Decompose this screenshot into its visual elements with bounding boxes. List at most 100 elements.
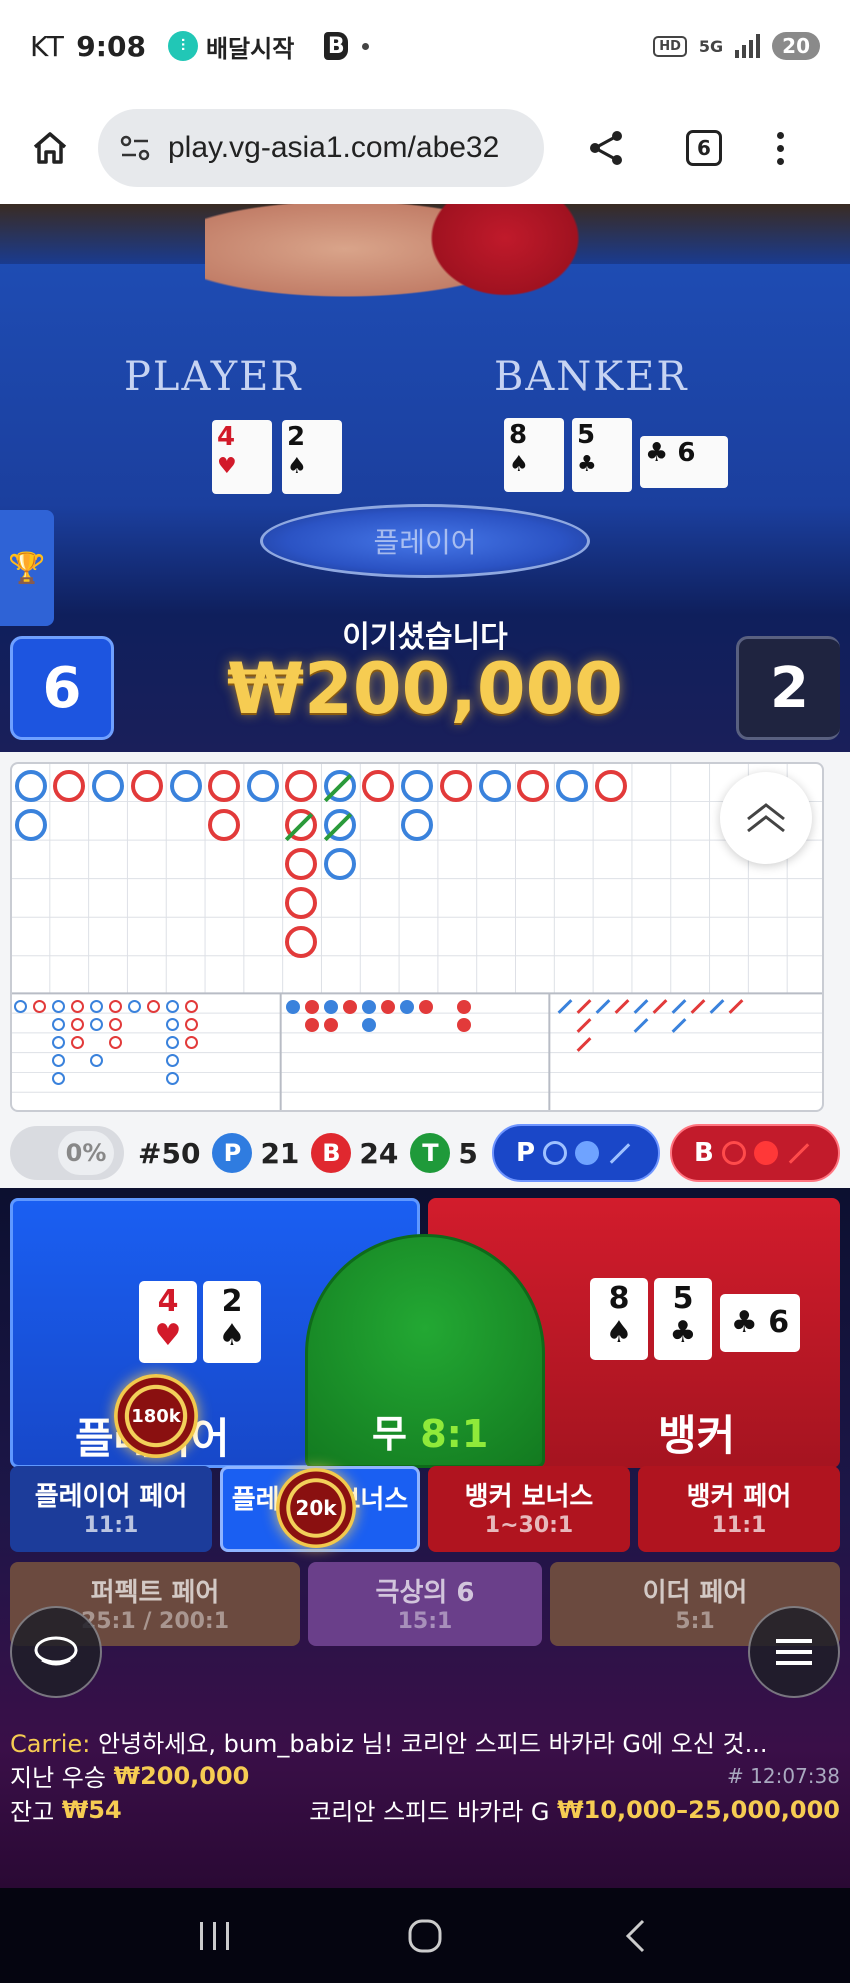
derived-road-player (52, 1000, 65, 1013)
super-six-odds: 15:1 (397, 1609, 453, 1634)
chat-icon (34, 1636, 78, 1666)
small-road-banker (343, 1000, 357, 1014)
small-road-banker (381, 1000, 395, 1014)
table-limits[interactable]: ₩10,000–25,000,000 (557, 1796, 840, 1824)
betting-area: 4♥ 2♠ 플레이어 8♠ 5♣ ♣ 6 뱅커 무 8:1 180k 플레이어 … (0, 1188, 850, 1888)
small-road-banker (457, 1018, 471, 1032)
home-circle-icon (408, 1919, 442, 1952)
derived-road-player (90, 1000, 103, 1013)
big-road-player (556, 770, 588, 802)
scoreboard-roadmap[interactable] (0, 752, 850, 1118)
derived-road-banker (185, 1000, 198, 1013)
notification-app: ⫶ 배달시작 (167, 29, 294, 64)
derived-road-banker (33, 1000, 46, 1013)
site-settings-icon[interactable] (118, 133, 152, 163)
player-card-1: 4 ♥ (139, 1281, 197, 1363)
card-suit: ♠ (218, 1318, 246, 1353)
slash-icon (788, 1142, 810, 1164)
derived-road-banker (147, 1000, 160, 1013)
either-pair-label: 이더 페어 (642, 1578, 748, 1608)
big-road-banker (362, 770, 394, 802)
derived-road-player (52, 1018, 65, 1031)
back-icon (625, 1919, 645, 1952)
percent-toggle[interactable]: 0% (10, 1126, 124, 1180)
video-banker-card-2: 5 ♣ (572, 418, 632, 492)
more-options-icon[interactable] (777, 131, 784, 165)
small-road-banker (305, 1018, 319, 1032)
tie-label: 무 (372, 1412, 407, 1456)
tie-bet-spot[interactable]: 무 8:1 (305, 1234, 545, 1468)
super-six-bet[interactable]: 극상의 6 15:1 (308, 1562, 542, 1646)
bet-chip-player[interactable]: 180k (114, 1374, 198, 1458)
browser-toolbar: play.vg-asia1.com/abe32 6 (0, 92, 850, 204)
card-rank: 5 (577, 420, 596, 450)
home-button[interactable] (395, 1906, 455, 1966)
ring-icon (543, 1141, 568, 1165)
banker-bonus-bet[interactable]: 뱅커 보너스 1~30:1 (428, 1466, 630, 1552)
small-road-banker (305, 1000, 319, 1014)
big-road-banker (208, 809, 240, 841)
banker-ask-button[interactable]: B (670, 1124, 840, 1182)
win-amount: ₩200,000 (226, 648, 624, 730)
stats-bar: 0% #50 P 21 B 24 T 5 P B (0, 1118, 850, 1188)
table-name: 코리안 스피드 바카라 G (309, 1798, 550, 1826)
address-bar[interactable]: play.vg-asia1.com/abe32 (98, 109, 544, 187)
balance-value: ₩54 (61, 1795, 122, 1824)
trophy-icon[interactable]: 🏆 (0, 510, 54, 626)
card-rank: 4 (217, 422, 236, 452)
derived-road-banker (109, 1036, 122, 1049)
share-icon[interactable] (586, 128, 626, 168)
tab-switcher-button[interactable]: 6 (686, 130, 722, 166)
player-score: 6 (10, 636, 114, 740)
dealer-sleeve (420, 204, 590, 304)
derived-road-player (52, 1036, 65, 1049)
player-pair-bet[interactable]: 플레이어 페어 11:1 (10, 1466, 212, 1552)
chat-button[interactable] (10, 1606, 102, 1698)
banker-badge: B (311, 1133, 352, 1173)
banker-bet-label: 뱅커 (658, 1411, 736, 1460)
big-road-player (324, 848, 356, 880)
banker-pair-label: 뱅커 페어 (686, 1482, 792, 1512)
card-suit: ♥ (154, 1318, 182, 1353)
banker-pair-bet[interactable]: 뱅커 페어 11:1 (638, 1466, 840, 1552)
derived-road-banker (185, 1036, 198, 1049)
card-rank: 6 (677, 438, 696, 468)
derived-road-banker (109, 1000, 122, 1013)
video-banker-label: BANKER (494, 354, 689, 400)
card-rank: 2 (221, 1284, 243, 1319)
derived-road-banker (71, 1036, 84, 1049)
player-ask-button[interactable]: P (492, 1124, 660, 1182)
round-result-pill: 플레이어 (260, 504, 590, 578)
big-road-player (401, 770, 433, 802)
big-road-banker (131, 770, 163, 802)
tie-odds: 8:1 (420, 1412, 489, 1456)
menu-button[interactable] (748, 1606, 840, 1698)
card-rank: 8 (608, 1281, 630, 1316)
banker-pair-odds: 11:1 (711, 1513, 767, 1538)
recents-button[interactable] (185, 1906, 245, 1966)
small-road-player (324, 1000, 338, 1014)
round-number: #50 (138, 1136, 201, 1170)
derived-road-player (166, 1054, 179, 1067)
big-road-banker (285, 887, 317, 919)
home-icon[interactable] (30, 128, 70, 168)
game-id[interactable]: # 12:07:38 (727, 1764, 840, 1788)
card-suit: ♠ (287, 454, 307, 479)
card-suit: ♣ (669, 1315, 697, 1350)
card-rank: 2 (287, 422, 306, 452)
dot-icon (575, 1141, 600, 1165)
delivery-app-icon: ⫶ (167, 31, 198, 61)
back-button[interactable] (605, 1906, 665, 1966)
battery-icon: 20 (772, 32, 820, 60)
small-road-banker (419, 1000, 433, 1014)
tie-bet-label: 무 8:1 (372, 1403, 488, 1458)
card-suit: ♣ (645, 438, 669, 468)
banker-card-3: ♣ 6 (720, 1294, 800, 1352)
small-road-banker (324, 1018, 338, 1032)
collapse-roadmap-button[interactable] (720, 772, 812, 864)
bet-chip-bonus[interactable]: 20k (276, 1468, 356, 1548)
small-road-player (400, 1000, 414, 1014)
derived-road-player (166, 1072, 179, 1085)
card-rank: 6 (768, 1305, 790, 1340)
chat-sender: Carrie: (10, 1730, 91, 1758)
